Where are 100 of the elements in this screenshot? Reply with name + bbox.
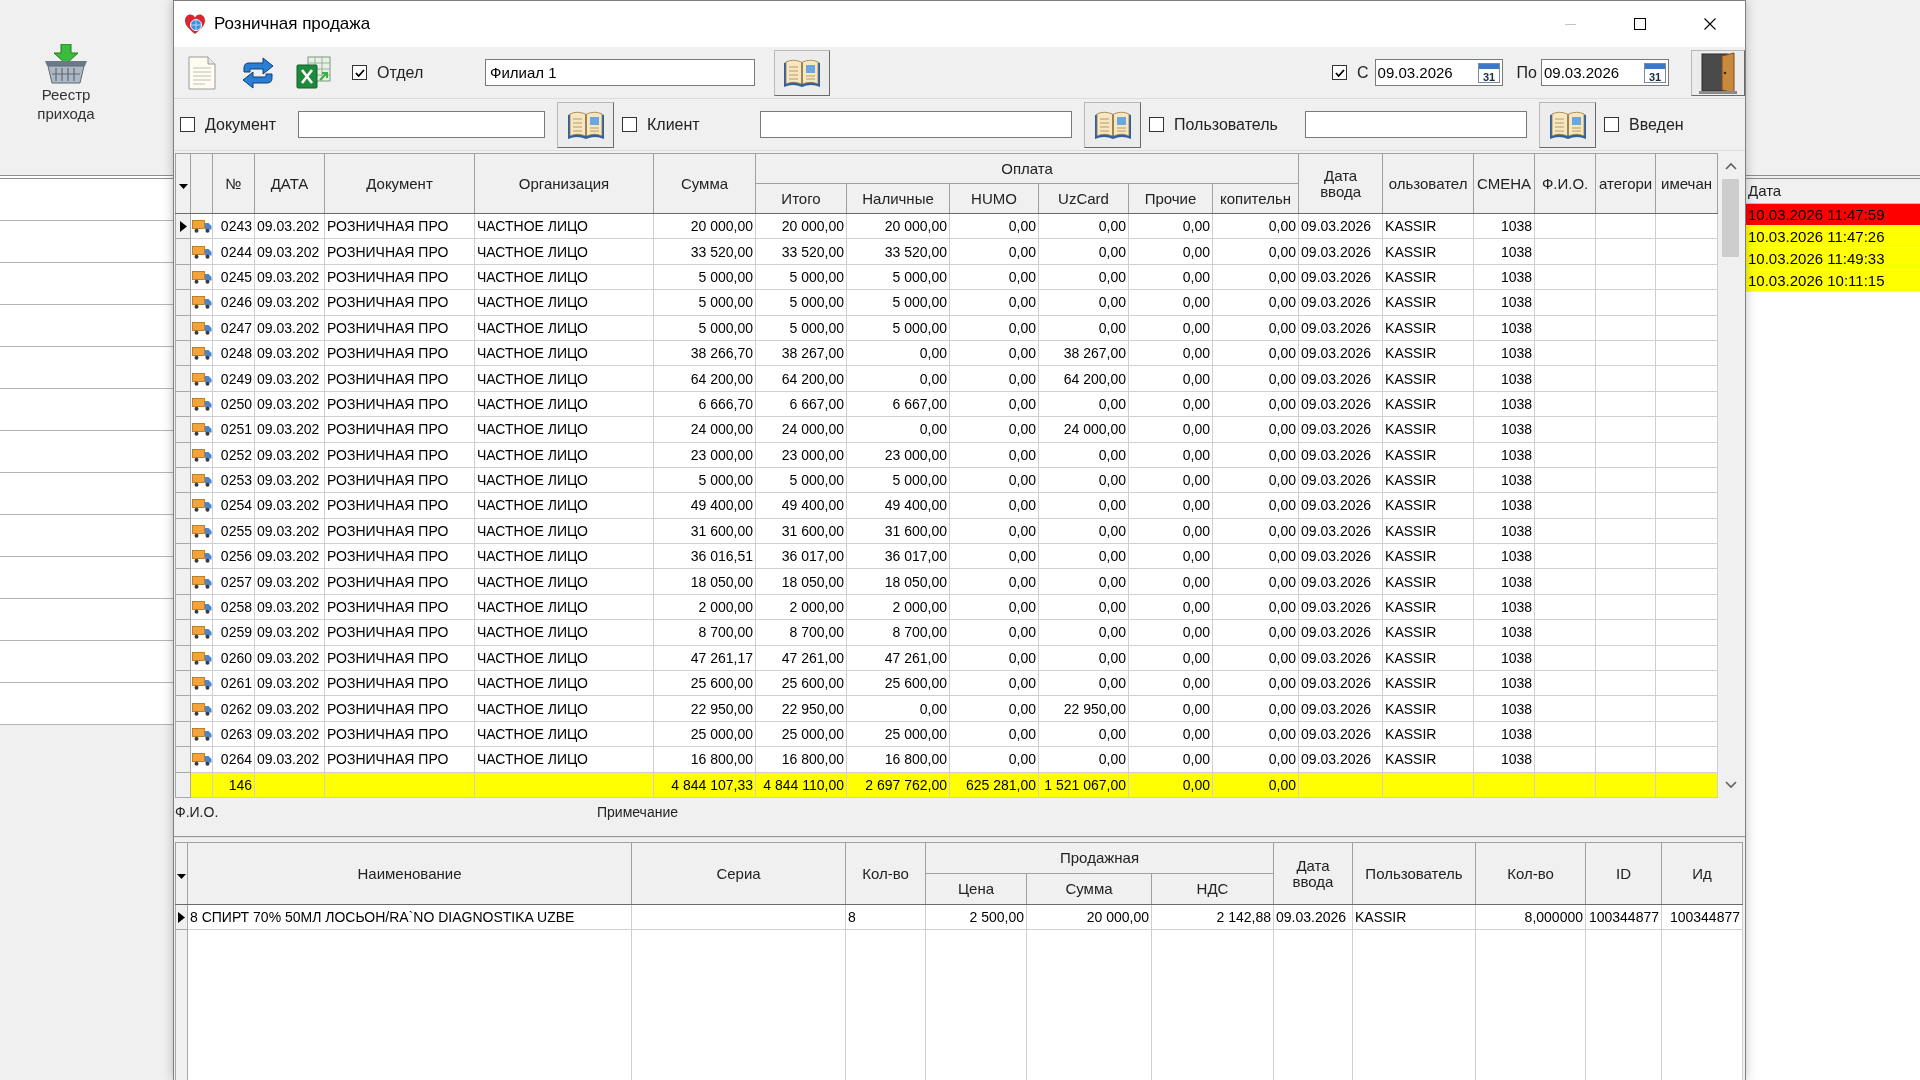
table-cell: 20 000,00 [755,213,847,239]
column-header: HUMO [949,183,1039,214]
filter-label: Введен [1629,115,1684,134]
date-field[interactable]: 09.03.2026 31 [1541,59,1669,86]
column-header: ДАТА [254,153,325,214]
column-header: Прочие [1128,183,1213,214]
table-cell: 09.03.2026 [1298,315,1383,341]
table-cell: 1038 [1473,391,1535,417]
table-cell: 09.03.2026 [1298,518,1383,544]
table-cell: 2 000,00 [755,594,847,620]
lookup-button[interactable] [557,101,614,148]
table-cell: KASSIR [1382,695,1474,722]
table-cell: 18 050,00 [846,568,950,595]
table-cell: РОЗНИЧНАЯ ПРО [324,340,475,366]
table-cell: 1038 [1473,518,1535,544]
table-cell: 0262 [212,695,255,722]
table-cell: 5 000,00 [653,289,756,316]
table-cell: 09.03.202 [254,315,325,341]
column-header: ользовател [1382,153,1474,214]
table-cell: 09.03.202 [254,746,325,773]
calendar-button[interactable]: 31 [1644,62,1666,83]
checkbox[interactable] [180,117,195,132]
table-cell: 25 600,00 [755,670,847,696]
table-cell: 0,00 [1038,213,1129,239]
column-group-header: Продажная [925,842,1274,874]
department-field[interactable]: Филиал 1 [485,59,755,86]
lookup-button[interactable] [1084,101,1141,148]
table-cell: KASSIR [1382,467,1474,493]
column-group-header: Оплата [755,153,1299,184]
table-cell: 0248 [212,340,255,366]
table-cell: KASSIR [1382,721,1474,747]
launcher-button[interactable]: Реестр прихода [24,44,108,123]
table-cell: 0,00 [949,543,1039,569]
table-cell: 09.03.202 [254,543,325,569]
column-header: Сумма [1026,873,1152,905]
table-cell: 09.03.202 [254,467,325,493]
table-cell: KASSIR [1382,543,1474,569]
lookup-button[interactable] [774,49,830,96]
table-cell: 0254 [212,492,255,519]
table-cell: 0,00 [949,518,1039,544]
table-cell: 5 000,00 [653,264,756,290]
truck-icon [191,269,212,284]
table-cell: 20 000,00 [1026,904,1152,930]
column-header: UzCard [1038,183,1129,214]
column-header: Сериа [631,842,846,905]
table-cell: 09.03.202 [254,594,325,620]
dropdown-icon [178,183,188,189]
table-cell: РОЗНИЧНАЯ ПРО [324,670,475,696]
filter-label: Пользователь [1174,115,1279,134]
table-cell: 1038 [1473,467,1535,493]
table-cell: 0,00 [1212,518,1299,544]
table-cell: 09.03.202 [254,416,325,442]
table-cell: 0,00 [1128,442,1213,468]
table-cell: 49 400,00 [755,492,847,519]
table-cell: KASSIR [1382,289,1474,316]
table-cell: 0,00 [1128,416,1213,442]
table-cell: 09.03.202 [254,365,325,392]
column-header: имечан [1655,153,1718,214]
table-cell: 8 СПИРТ 70% 50МЛ ЛОСЬОН/RA`NO DIAGNOSTIKA UZBE [187,904,632,930]
table-cell: РОЗНИЧНАЯ ПРО [324,518,475,544]
table-cell: 0,00 [1212,568,1299,595]
checkbox[interactable] [622,117,637,132]
table-cell: 0263 [212,721,255,747]
table-cell: 2 142,88 [1151,904,1274,930]
checkbox[interactable] [1149,117,1164,132]
table-cell: KASSIR [1382,416,1474,442]
table-cell: 0253 [212,467,255,493]
table-cell: 1038 [1473,289,1535,316]
checkbox[interactable] [352,65,367,80]
table-cell: 0,00 [1212,619,1299,646]
table-cell: РОЗНИЧНАЯ ПРО [324,746,475,773]
filter-field[interactable] [1305,111,1527,138]
table-cell: 09.03.202 [254,619,325,646]
checkbox[interactable] [1604,117,1619,132]
table-cell: 09.03.2026 [1298,365,1383,392]
table-cell: KASSIR [1382,670,1474,696]
table-cell: 22 950,00 [755,695,847,722]
table-cell: РОЗНИЧНАЯ ПРО [324,721,475,747]
table-cell: 1038 [1473,645,1535,671]
table-cell: 0243 [212,213,255,239]
column-header: Организация [474,153,654,214]
window-title: Розничная продажа [214,14,371,34]
table-cell: ЧАСТНОЕ ЛИЦО [474,721,654,747]
calendar-button[interactable]: 31 [1477,62,1500,83]
table-cell: 0,00 [1212,670,1299,696]
table-cell: 0,00 [846,416,950,442]
table-cell: 1038 [1473,213,1535,239]
exit-button[interactable] [1691,49,1745,96]
lookup-button[interactable] [1539,101,1596,148]
table-cell: 0,00 [1038,721,1129,747]
table-cell: KASSIR [1382,340,1474,366]
scrollbar-thumb[interactable] [1722,179,1740,257]
filter-label: Документ [205,115,277,134]
table-cell: 09.03.2026 [1298,264,1383,290]
table-cell: 1038 [1473,746,1535,773]
table-cell: 0,00 [949,264,1039,290]
checkbox[interactable] [1332,65,1348,80]
filter-field[interactable] [760,111,1072,138]
date-field[interactable]: 09.03.2026 31 [1374,59,1503,86]
filter-field[interactable] [298,111,545,138]
